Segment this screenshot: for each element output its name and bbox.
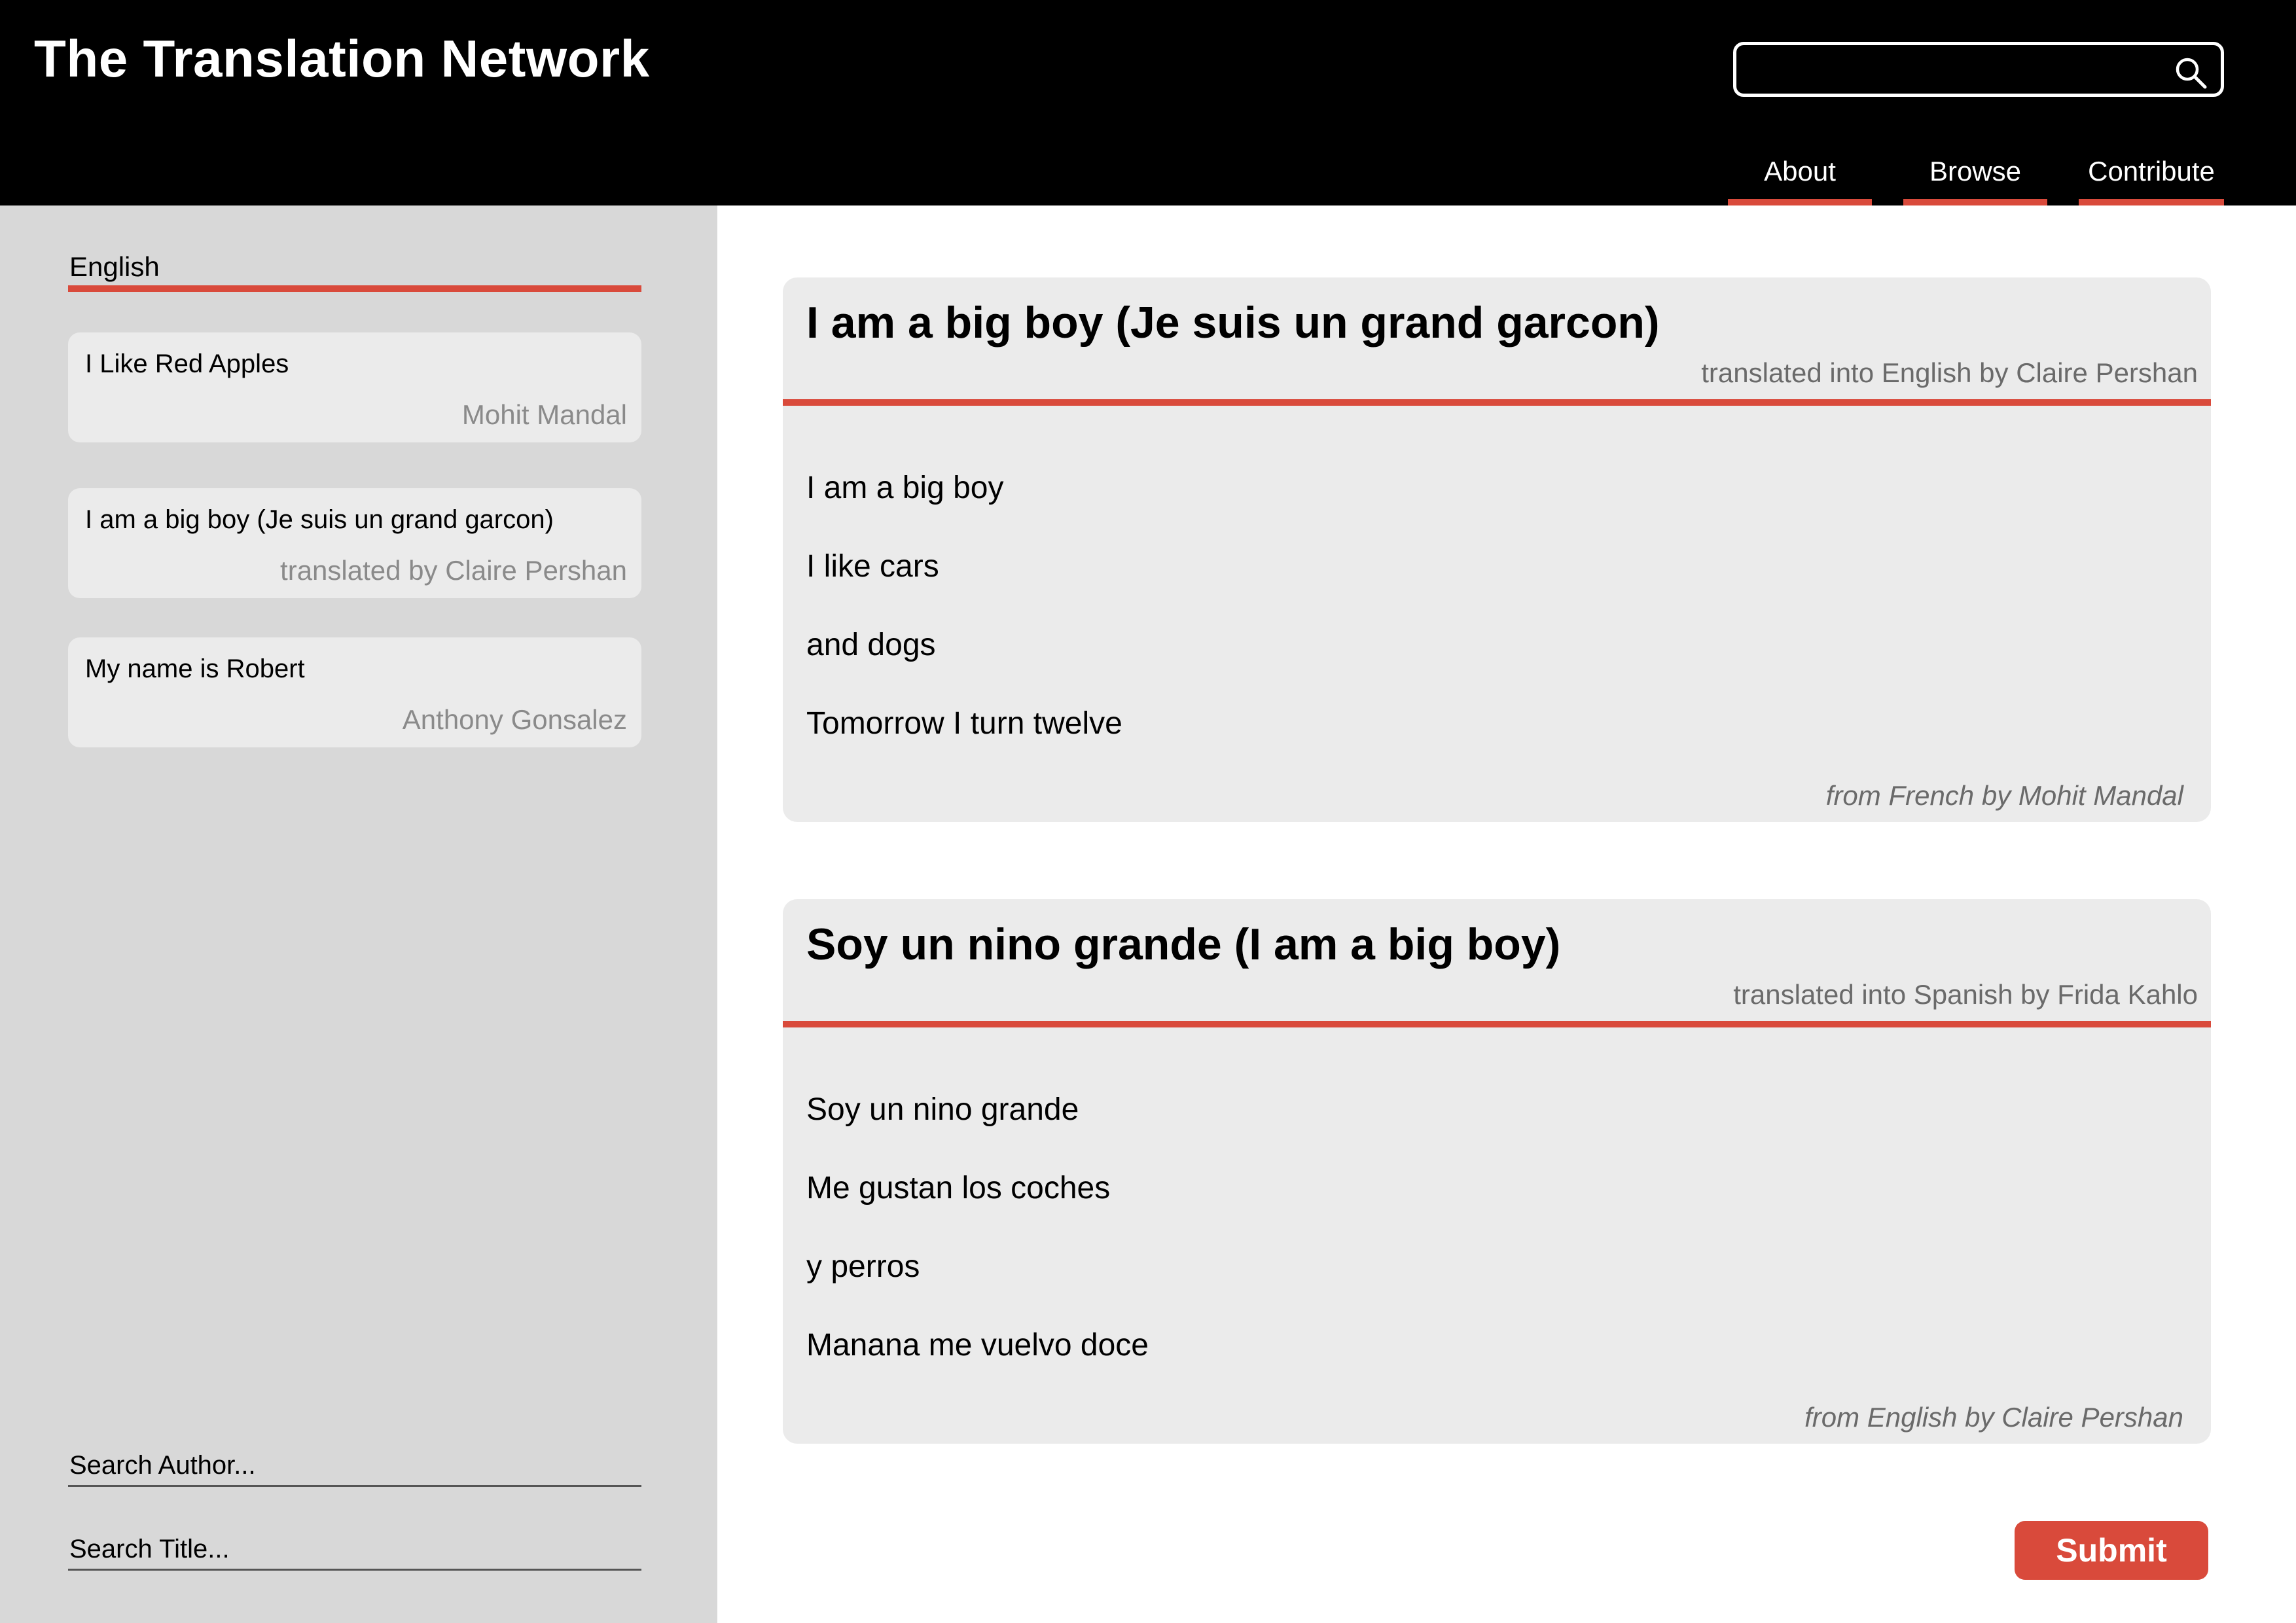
nav-tab-underline <box>2079 199 2224 205</box>
sidebar-item-my-name-is-robert[interactable]: My name is Robert Anthony Gonsalez <box>68 637 641 747</box>
translation-divider <box>783 1021 2211 1027</box>
submit-button[interactable]: Submit <box>2015 1521 2208 1580</box>
translation-translator: translated into Spanish by Frida Kahlo <box>1733 979 2198 1010</box>
header-search-box[interactable] <box>1733 42 2224 97</box>
sidebar-item-i-am-a-big-boy[interactable]: I am a big boy (Je suis un grand garcon)… <box>68 488 641 598</box>
translation-card: Soy un nino grande (I am a big boy) tran… <box>783 899 2211 1444</box>
translation-line: y perros <box>806 1249 920 1284</box>
translation-line: and dogs <box>806 628 936 662</box>
search-title-field[interactable] <box>68 1530 641 1571</box>
translation-line: Me gustan los coches <box>806 1171 1111 1205</box>
sidebar: English I Like Red Apples Mohit Mandal I… <box>0 205 717 1623</box>
translation-divider <box>783 399 2211 406</box>
translation-source: from French by Mohit Mandal <box>1825 780 2183 811</box>
translation-translator: translated into English by Claire Persha… <box>1701 357 2198 388</box>
language-label[interactable]: English <box>69 251 160 283</box>
sidebar-item-author: translated by Claire Pershan <box>280 555 627 586</box>
nav-tab-underline <box>1728 199 1872 205</box>
search-title-input[interactable] <box>68 1530 641 1569</box>
language-underline <box>68 285 641 292</box>
translation-line: I am a big boy <box>806 471 1004 505</box>
nav-tab-browse[interactable]: Browse <box>1903 151 2047 205</box>
sidebar-item-title: My name is Robert <box>85 654 305 683</box>
nav-tab-contribute[interactable]: Contribute <box>2079 151 2224 205</box>
translation-line: Manana me vuelvo doce <box>806 1328 1149 1363</box>
nav-tab-label: About <box>1764 156 1836 187</box>
translation-source: from English by Claire Pershan <box>1804 1402 2183 1433</box>
translation-title: Soy un nino grande (I am a big boy) <box>806 919 1561 969</box>
translation-card: I am a big boy (Je suis un grand garcon)… <box>783 277 2211 822</box>
nav-tab-label: Browse <box>1929 156 2022 187</box>
translation-line: Tomorrow I turn twelve <box>806 706 1122 741</box>
translation-line: Soy un nino grande <box>806 1092 1079 1127</box>
sidebar-item-title: I am a big boy (Je suis un grand garcon) <box>85 505 554 534</box>
nav-tab-about[interactable]: About <box>1728 151 1872 205</box>
header-bar: The Translation Network About Browse Con… <box>0 0 2296 205</box>
search-author-input[interactable] <box>68 1446 641 1485</box>
translation-line: I like cars <box>806 549 939 584</box>
app-title: The Translation Network <box>34 29 650 88</box>
search-icon[interactable] <box>2172 54 2209 91</box>
sidebar-item-i-like-red-apples[interactable]: I Like Red Apples Mohit Mandal <box>68 332 641 442</box>
translation-title: I am a big boy (Je suis un grand garcon) <box>806 298 1660 348</box>
sidebar-item-author: Anthony Gonsalez <box>402 704 627 735</box>
sidebar-item-author: Mohit Mandal <box>461 399 627 430</box>
header-search-input[interactable] <box>1749 52 2155 87</box>
nav-tab-label: Contribute <box>2088 156 2215 187</box>
nav-tab-underline <box>1903 199 2047 205</box>
search-author-field[interactable] <box>68 1446 641 1487</box>
sidebar-item-title: I Like Red Apples <box>85 349 289 378</box>
